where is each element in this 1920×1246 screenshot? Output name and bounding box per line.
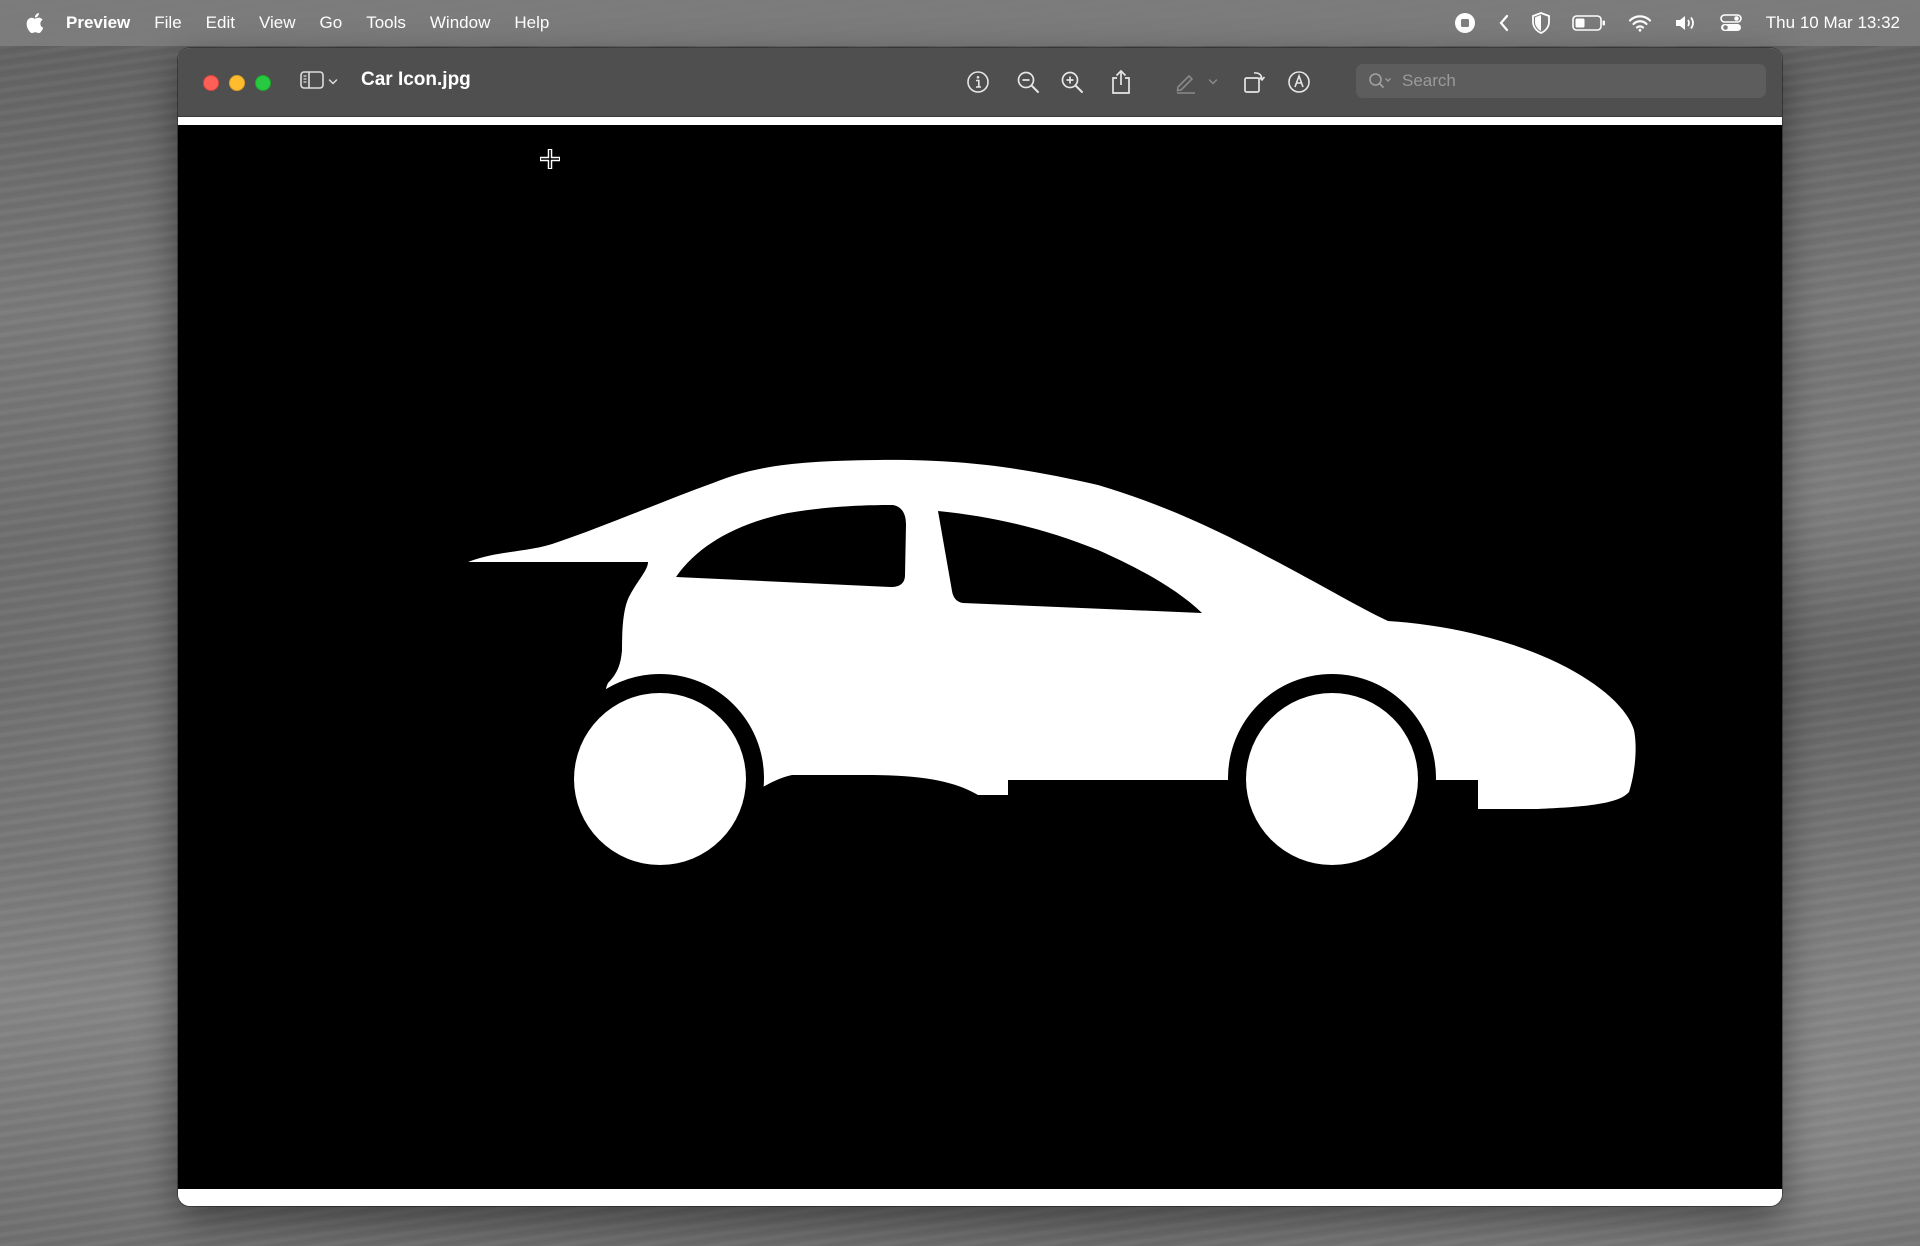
volume-icon[interactable] bbox=[1674, 0, 1698, 46]
menu-edit[interactable]: Edit bbox=[206, 13, 235, 33]
shield-icon[interactable] bbox=[1531, 0, 1550, 46]
car-image bbox=[178, 125, 1782, 1189]
control-center-icon[interactable] bbox=[1719, 0, 1742, 46]
menu-bar: Preview File Edit View Go Tools Window H… bbox=[0, 0, 1920, 46]
preview-window: Car Icon.jpg bbox=[178, 48, 1782, 1206]
battery-icon[interactable] bbox=[1571, 0, 1606, 46]
screen-record-icon[interactable] bbox=[1454, 0, 1476, 46]
menu-tools[interactable]: Tools bbox=[366, 13, 406, 33]
chevron-down-icon bbox=[328, 73, 338, 91]
close-window-button[interactable] bbox=[203, 75, 219, 91]
chevron-left-icon[interactable] bbox=[1498, 0, 1510, 46]
search-field[interactable] bbox=[1356, 64, 1766, 98]
zoom-in-icon[interactable] bbox=[1057, 67, 1087, 97]
search-icon bbox=[1368, 72, 1392, 90]
menu-window[interactable]: Window bbox=[430, 13, 490, 33]
status-area: Thu 10 Mar 13:32 bbox=[1454, 0, 1900, 46]
car-silhouette-icon bbox=[468, 459, 1636, 882]
window-titlebar[interactable]: Car Icon.jpg bbox=[178, 48, 1782, 117]
zoom-out-icon[interactable] bbox=[1013, 67, 1043, 97]
document-title: Car Icon.jpg bbox=[361, 69, 471, 90]
minimize-window-button[interactable] bbox=[229, 75, 245, 91]
info-icon[interactable] bbox=[963, 67, 993, 97]
rotate-icon[interactable] bbox=[1239, 67, 1269, 97]
menu-go[interactable]: Go bbox=[320, 13, 343, 33]
document-view[interactable] bbox=[178, 117, 1782, 1206]
menubar-clock[interactable]: Thu 10 Mar 13:32 bbox=[1766, 13, 1900, 33]
apple-menu-icon[interactable] bbox=[24, 10, 46, 36]
markup-icon[interactable] bbox=[1284, 67, 1314, 97]
search-input[interactable] bbox=[1400, 70, 1744, 92]
sidebar-icon bbox=[300, 70, 324, 95]
highlight-options-chevron-icon[interactable] bbox=[1198, 67, 1228, 97]
menu-view[interactable]: View bbox=[259, 13, 296, 33]
share-icon[interactable] bbox=[1106, 67, 1136, 97]
menu-file[interactable]: File bbox=[154, 13, 181, 33]
wifi-icon[interactable] bbox=[1628, 0, 1652, 46]
menu-help[interactable]: Help bbox=[514, 13, 549, 33]
sidebar-toggle-button[interactable] bbox=[300, 68, 346, 96]
menu-app-preview[interactable]: Preview bbox=[66, 13, 130, 33]
highlight-icon[interactable] bbox=[1171, 67, 1201, 97]
zoom-window-button[interactable] bbox=[255, 75, 271, 91]
